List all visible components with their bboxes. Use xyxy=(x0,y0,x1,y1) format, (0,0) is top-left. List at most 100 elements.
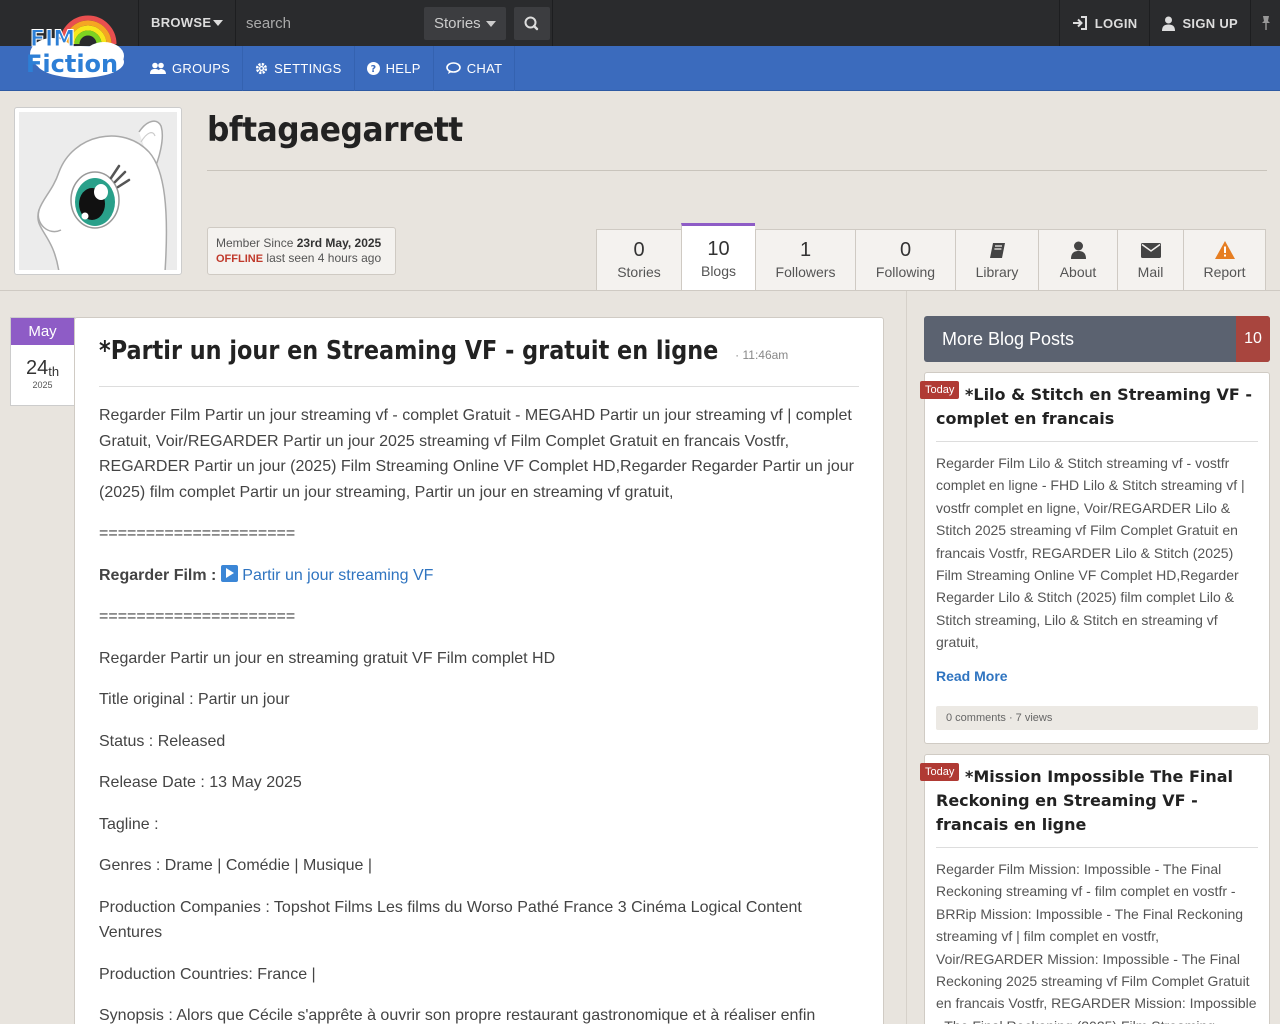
tab-report[interactable]: Report xyxy=(1183,229,1266,291)
account-actions: LOGIN SIGN UP xyxy=(1058,0,1280,46)
book-icon xyxy=(989,242,1005,258)
search-input[interactable] xyxy=(237,0,423,46)
chevron-down-icon xyxy=(213,20,223,26)
tab-library[interactable]: Library xyxy=(955,229,1038,291)
browse-label: BROWSE xyxy=(151,15,212,30)
signup-button[interactable]: SIGN UP xyxy=(1149,0,1250,46)
nav-label: HELP xyxy=(385,61,421,76)
post-paragraph: Production Companies : Topshot Films Les… xyxy=(99,898,802,942)
today-badge: Today xyxy=(920,381,960,399)
signup-label: SIGN UP xyxy=(1182,15,1238,31)
read-more-link[interactable]: Read More xyxy=(936,668,1258,684)
last-seen-line: OFFLINE last seen 4 hours ago xyxy=(216,251,387,267)
blog-count-badge: 10 xyxy=(1236,316,1270,362)
blog-card: Today *Mission Impossible The Final Reck… xyxy=(920,754,1270,1024)
divider xyxy=(0,290,1280,291)
divider xyxy=(936,441,1258,442)
blog-card-body: Regarder Film Lilo & Stitch streaming vf… xyxy=(936,455,1245,651)
tab-label: Mail xyxy=(1137,264,1164,280)
member-since-date: 23rd May, 2025 xyxy=(296,236,382,250)
fimfiction-logo[interactable]: FIM Fiction xyxy=(22,10,130,82)
post-separator: ===================== xyxy=(99,608,296,625)
member-since-line: Member Since 23rd May, 2025 xyxy=(216,236,387,251)
divider xyxy=(207,170,1267,171)
users-icon xyxy=(150,62,166,74)
pin-icon xyxy=(1261,16,1270,30)
main-nav: GROUPS SETTINGS ? HELP CHAT xyxy=(138,46,516,91)
post-date-year: 2025 xyxy=(32,380,53,390)
envelope-icon xyxy=(1140,242,1161,258)
question-circle-icon: ? xyxy=(366,62,380,75)
post-title[interactable]: *Partir un jour en Streaming VF - gratui… xyxy=(99,336,718,366)
post-paragraph: Regarder Film Partir un jour streaming v… xyxy=(99,407,854,501)
chat-bubble-icon xyxy=(445,62,461,74)
post-paragraph: Synopsis : Alors que Cécile s'apprête à … xyxy=(99,1007,816,1024)
stories-count: 0 xyxy=(633,239,645,261)
sign-in-icon xyxy=(1072,16,1087,30)
chevron-down-icon xyxy=(486,21,496,27)
member-since-label: Member Since xyxy=(216,236,294,250)
divider xyxy=(936,847,1258,848)
pin-button[interactable] xyxy=(1250,0,1280,46)
today-badge: Today xyxy=(920,763,960,781)
tab-mail[interactable]: Mail xyxy=(1117,229,1183,291)
profile-tabs: 0 Stories 10 Blogs 1 Followers 0 Followi… xyxy=(596,223,1266,291)
post-date-day-line: 24th xyxy=(11,357,74,380)
divider xyxy=(99,386,859,387)
tab-label: Followers xyxy=(775,264,836,280)
nav-settings[interactable]: SETTINGS xyxy=(243,46,355,91)
search-button[interactable] xyxy=(514,7,550,40)
logo-text-fiction: Fiction xyxy=(26,50,118,78)
nav-label: GROUPS xyxy=(172,61,231,76)
post-paragraph: Genres : Drame | Comédie | Musique | xyxy=(99,857,373,874)
tab-following[interactable]: 0 Following xyxy=(855,229,955,291)
divider xyxy=(552,0,553,46)
search-icon xyxy=(524,16,539,31)
tab-label: Stories xyxy=(617,264,661,280)
post-paragraph: Regarder Partir un jour en streaming gra… xyxy=(99,649,556,667)
tab-label: About xyxy=(1059,264,1097,280)
post-date-suffix: th xyxy=(48,364,60,379)
blog-card-title[interactable]: *Mission Impossible The Final Reckoning … xyxy=(936,765,1258,837)
post-paragraph: Title original : Partir un jour xyxy=(99,691,290,708)
status-badge: OFFLINE xyxy=(216,253,264,265)
post-separator: ===================== xyxy=(99,525,296,542)
tab-about[interactable]: About xyxy=(1038,229,1117,291)
nav-label: CHAT xyxy=(466,61,503,76)
more-blog-posts-header: More Blog Posts 10 xyxy=(924,316,1270,362)
post-date-month: May xyxy=(11,318,74,345)
following-count: 0 xyxy=(899,239,912,261)
search-type-select[interactable]: Stories xyxy=(424,7,506,40)
followers-count: 1 xyxy=(799,239,812,261)
tab-label: Following xyxy=(875,264,936,280)
post-paragraph: Production Countries: France | xyxy=(99,965,316,983)
browse-menu[interactable]: BROWSE xyxy=(138,0,236,46)
post-paragraph: Tagline : xyxy=(99,815,159,833)
tab-blogs[interactable]: 10 Blogs xyxy=(681,223,755,291)
blog-post: *Partir un jour en Streaming VF - gratui… xyxy=(74,317,884,1024)
profile-avatar[interactable] xyxy=(14,107,182,275)
blog-card-body: Regarder Film Mission: Impossible - The … xyxy=(936,861,1257,1024)
logo-graphic: FIM Fiction xyxy=(26,15,124,78)
post-date-badge: May 24th 2025 xyxy=(10,317,75,406)
nav-help[interactable]: ? HELP xyxy=(355,46,434,91)
pony-avatar-icon xyxy=(19,112,177,270)
post-paragraph: Release Date : 13 May 2025 xyxy=(99,774,302,791)
member-info: Member Since 23rd May, 2025 OFFLINE last… xyxy=(207,227,396,275)
watch-line: Regarder Film : Partir un jour streaming… xyxy=(99,563,859,589)
post-paragraph: Status : Released xyxy=(99,732,226,750)
nav-chat[interactable]: CHAT xyxy=(434,46,516,91)
post-date-day: 24 xyxy=(25,357,49,379)
watch-link[interactable]: Partir un jour streaming VF xyxy=(242,567,433,584)
nav-groups[interactable]: GROUPS xyxy=(138,46,244,91)
top-bar: BROWSE Stories LOGIN SIGN UP xyxy=(0,0,1280,46)
tab-label: Library xyxy=(975,264,1019,280)
svg-text:?: ? xyxy=(370,64,376,75)
avatar-image xyxy=(19,112,177,270)
user-icon xyxy=(1162,16,1176,31)
post-time: · 11:46am xyxy=(735,348,789,362)
tab-stories[interactable]: 0 Stories xyxy=(596,229,681,291)
blog-card-title[interactable]: *Lilo & Stitch en Streaming VF - complet… xyxy=(936,383,1258,431)
login-button[interactable]: LOGIN xyxy=(1058,0,1150,46)
tab-followers[interactable]: 1 Followers xyxy=(755,229,855,291)
